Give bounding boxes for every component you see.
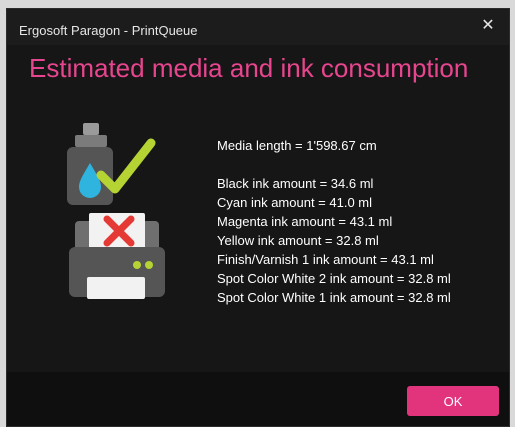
dialog-window: Ergosoft Paragon - PrintQueue ✕ Estimate…: [6, 8, 510, 427]
printer-error-icon: [69, 213, 165, 299]
ink-amount-finish-varnish-1: Finish/Varnish 1 ink amount = 43.1 ml: [217, 252, 434, 267]
ink-amount-spot-white-1: Spot Color White 1 ink amount = 32.8 ml: [217, 290, 451, 305]
dialog-footer: OK: [7, 372, 509, 426]
close-icon: ✕: [481, 17, 495, 34]
close-button[interactable]: ✕: [473, 13, 503, 39]
ok-button[interactable]: OK: [407, 386, 499, 416]
consumption-info: Media length = 1'598.67 cm Black ink amo…: [217, 136, 451, 307]
title-bar: Ergosoft Paragon - PrintQueue ✕: [7, 9, 509, 45]
media-length: Media length = 1'598.67 cm: [217, 138, 377, 153]
ink-amount-black: Black ink amount = 34.6 ml: [217, 176, 374, 191]
ink-amount-magenta: Magenta ink amount = 43.1 ml: [217, 214, 393, 229]
window-title: Ergosoft Paragon - PrintQueue: [19, 23, 198, 38]
ink-amount-spot-white-2: Spot Color White 2 ink amount = 32.8 ml: [217, 271, 451, 286]
page-title: Estimated media and ink consumption: [29, 53, 469, 83]
ink-amount-cyan: Cyan ink amount = 41.0 ml: [217, 195, 372, 210]
ink-bottle-check-icon: [67, 123, 156, 205]
ink-amount-yellow: Yellow ink amount = 32.8 ml: [217, 233, 379, 248]
